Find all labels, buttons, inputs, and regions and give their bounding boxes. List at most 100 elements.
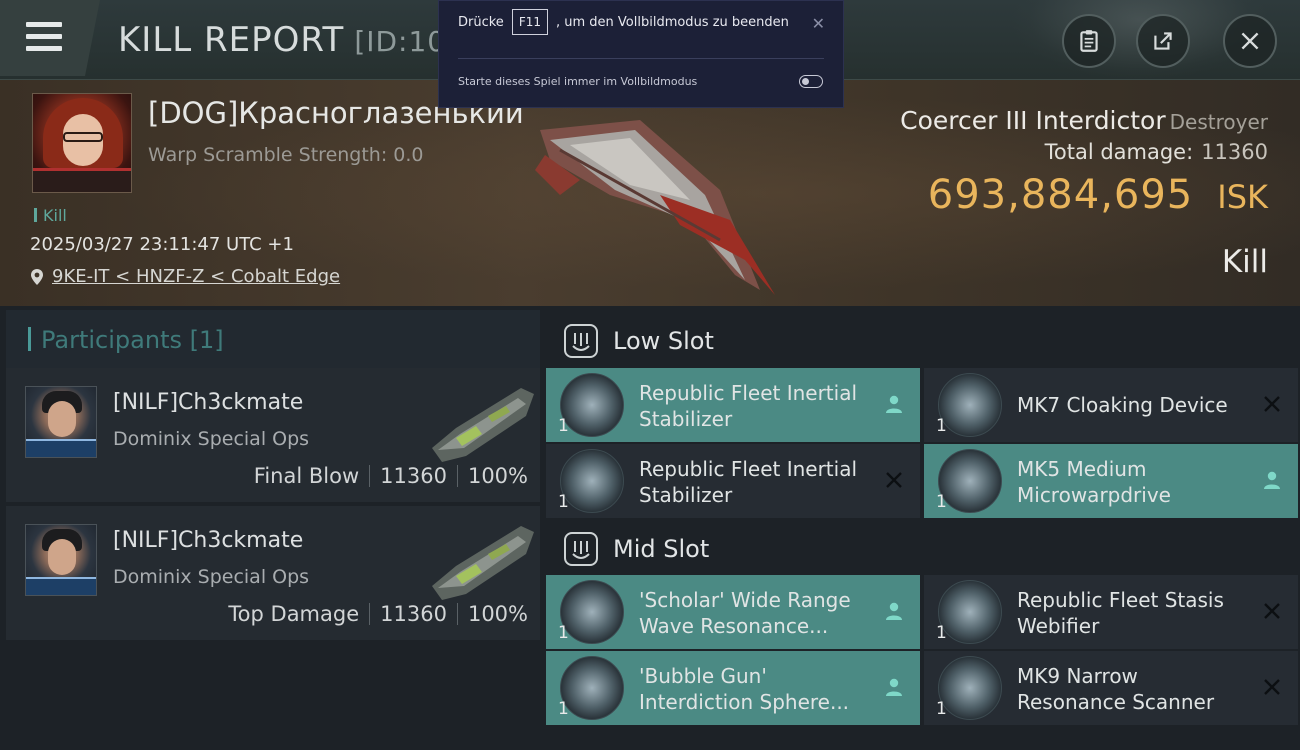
destroyed-x-icon: [1260, 392, 1284, 416]
participant-percent: 100%: [467, 602, 528, 626]
wave-resonance-icon: [560, 580, 624, 644]
module-item[interactable]: 1 MK5 Medium Microwarpdrive: [924, 444, 1298, 518]
module-qty: 1: [936, 699, 947, 719]
hamburger-menu-icon: [26, 22, 62, 52]
module-name: MK7 Cloaking Device: [1017, 393, 1228, 417]
module-qty: 1: [558, 416, 569, 436]
participant-damage: 11360: [380, 602, 447, 626]
victim-portrait[interactable]: [32, 93, 132, 193]
mid-slot-header: Mid Slot: [550, 518, 1300, 576]
person-icon: [882, 675, 906, 699]
page-title-text: KILL REPORT: [118, 20, 345, 60]
menu-button[interactable]: [0, 0, 100, 76]
participants-title: Participants [1]: [28, 326, 224, 354]
module-item[interactable]: 1 MK7 Cloaking Device: [924, 368, 1298, 442]
module-item[interactable]: 1 Republic Fleet Inertial Stabilizer: [546, 444, 920, 518]
fullscreen-notice: Drücke F11 , um den Vollbildmodus zu bee…: [438, 0, 844, 108]
participant-card[interactable]: [NILF]Ch3ckmate Dominix Special Ops Top …: [6, 506, 540, 640]
kill-report-screen: { "header": { "title": "KILL REPORT", "i…: [0, 0, 1300, 750]
ship-class: Destroyer: [1169, 110, 1268, 134]
resonance-scanner-icon: [938, 656, 1002, 720]
total-damage-label: Total damage:: [1044, 140, 1194, 164]
participant-name: [NILF]Ch3ckmate: [113, 390, 304, 415]
participant-ship: Dominix Special Ops: [113, 428, 310, 450]
module-item[interactable]: 1 Republic Fleet Inertial Stabilizer: [546, 368, 920, 442]
module-item[interactable]: 1 'Bubble Gun' Interdiction Sphere...: [546, 651, 920, 725]
participant-avatar[interactable]: [25, 386, 97, 458]
module-item[interactable]: 1 'Scholar' Wide Range Wave Resonance...: [546, 575, 920, 649]
fitting-panel: Low Slot 1 Republic Fleet Inertial Stabi…: [540, 306, 1300, 750]
inertial-stabilizer-icon: [560, 373, 624, 437]
person-icon: [882, 392, 906, 416]
participant-ship-image[interactable]: [426, 516, 538, 606]
kill-location[interactable]: 9KE-IT < HNZF-Z < Cobalt Edge: [30, 266, 340, 287]
victim-ship-name[interactable]: Coercer III Interdictor Destroyer: [900, 106, 1268, 135]
participants-header: Participants [1]: [6, 310, 540, 368]
mid-slot-title: Mid Slot: [613, 535, 710, 563]
warp-scramble-strength: Warp Scramble Strength: 0.0: [148, 144, 424, 166]
mid-slot-icon: [564, 532, 598, 566]
stats-divider: [369, 465, 371, 487]
module-qty: 1: [936, 623, 947, 643]
interdiction-sphere-icon: [560, 656, 624, 720]
share-icon: [1154, 32, 1172, 50]
person-icon: [882, 599, 906, 623]
participants-panel: Participants [1] [NILF]Ch3ckmate Dominix…: [0, 306, 540, 750]
module-item[interactable]: 1 MK9 Narrow Resonance Scanner: [924, 651, 1298, 725]
module-qty: 1: [558, 623, 569, 643]
destroyed-x-icon: [882, 468, 906, 492]
destroyed-x-icon: [1260, 675, 1284, 699]
kill-tag: Kill: [34, 206, 67, 225]
cloaking-device-icon: [938, 373, 1002, 437]
fullscreen-message: Drücke F11 , um den Vollbildmodus zu bee…: [458, 9, 789, 35]
low-slot-icon: [564, 324, 598, 358]
stats-divider: [456, 603, 458, 625]
module-name: Republic Fleet Stasis Webifier: [1017, 588, 1224, 638]
low-slot-title: Low Slot: [613, 327, 714, 355]
kill-timestamp: 2025/03/27 23:11:47 UTC +1: [30, 234, 294, 255]
participant-ship-image[interactable]: [426, 378, 538, 468]
ship-name-text: Coercer III Interdictor: [900, 106, 1166, 135]
fullscreen-option-label: Starte dieses Spiel immer im Vollbildmod…: [458, 75, 698, 88]
fullscreen-close-icon[interactable]: ✕: [812, 14, 825, 33]
total-damage: Total damage: 11360: [1045, 140, 1268, 164]
isk-amount: 693,884,695: [927, 172, 1194, 218]
participant-role: Final Blow: [253, 464, 360, 488]
participant-stats: Final Blow 11360 100%: [254, 464, 528, 488]
participant-name: [NILF]Ch3ckmate: [113, 528, 304, 553]
close-button[interactable]: [1223, 14, 1277, 68]
participant-damage: 11360: [380, 464, 447, 488]
module-qty: 1: [936, 416, 947, 436]
participant-role: Top Damage: [228, 602, 360, 626]
share-button[interactable]: [1136, 14, 1190, 68]
participant-card[interactable]: [NILF]Ch3ckmate Dominix Special Ops Fina…: [6, 368, 540, 502]
total-damage-value: 11360: [1201, 140, 1268, 164]
fullscreen-toggle[interactable]: [799, 75, 823, 88]
stats-divider: [369, 603, 371, 625]
module-name: 'Scholar' Wide Range Wave Resonance...: [639, 588, 851, 638]
module-qty: 1: [558, 699, 569, 719]
clipboard-button[interactable]: [1062, 14, 1116, 68]
isk-value: 693,884,695 ISK: [928, 172, 1268, 218]
location-link[interactable]: 9KE-IT < HNZF-Z < Cobalt Edge: [52, 266, 340, 287]
module-name: MK9 Narrow Resonance Scanner: [1017, 664, 1215, 714]
module-name: Republic Fleet Inertial Stabilizer: [639, 457, 858, 507]
participant-ship: Dominix Special Ops: [113, 566, 310, 588]
module-qty: 1: [558, 492, 569, 512]
close-icon: [1241, 32, 1259, 50]
destroyed-x-icon: [1260, 599, 1284, 623]
victim-ship-image[interactable]: [520, 100, 780, 300]
low-slot-header: Low Slot: [550, 310, 1300, 368]
module-item[interactable]: 1 Republic Fleet Stasis Webifier: [924, 575, 1298, 649]
module-name: MK5 Medium Microwarpdrive: [1017, 457, 1171, 507]
participant-stats: Top Damage 11360 100%: [228, 602, 528, 626]
stats-divider: [456, 465, 458, 487]
participant-avatar[interactable]: [25, 524, 97, 596]
victim-banner: [DOG]Красноглазенький Warp Scramble Stre…: [0, 80, 1300, 306]
inertial-stabilizer-icon: [560, 449, 624, 513]
location-pin-icon: [31, 268, 43, 285]
stasis-webifier-icon: [938, 580, 1002, 644]
fullscreen-text-after: , um den Vollbildmodus zu beenden: [555, 14, 789, 30]
fullscreen-key: F11: [511, 9, 548, 35]
participant-percent: 100%: [467, 464, 528, 488]
